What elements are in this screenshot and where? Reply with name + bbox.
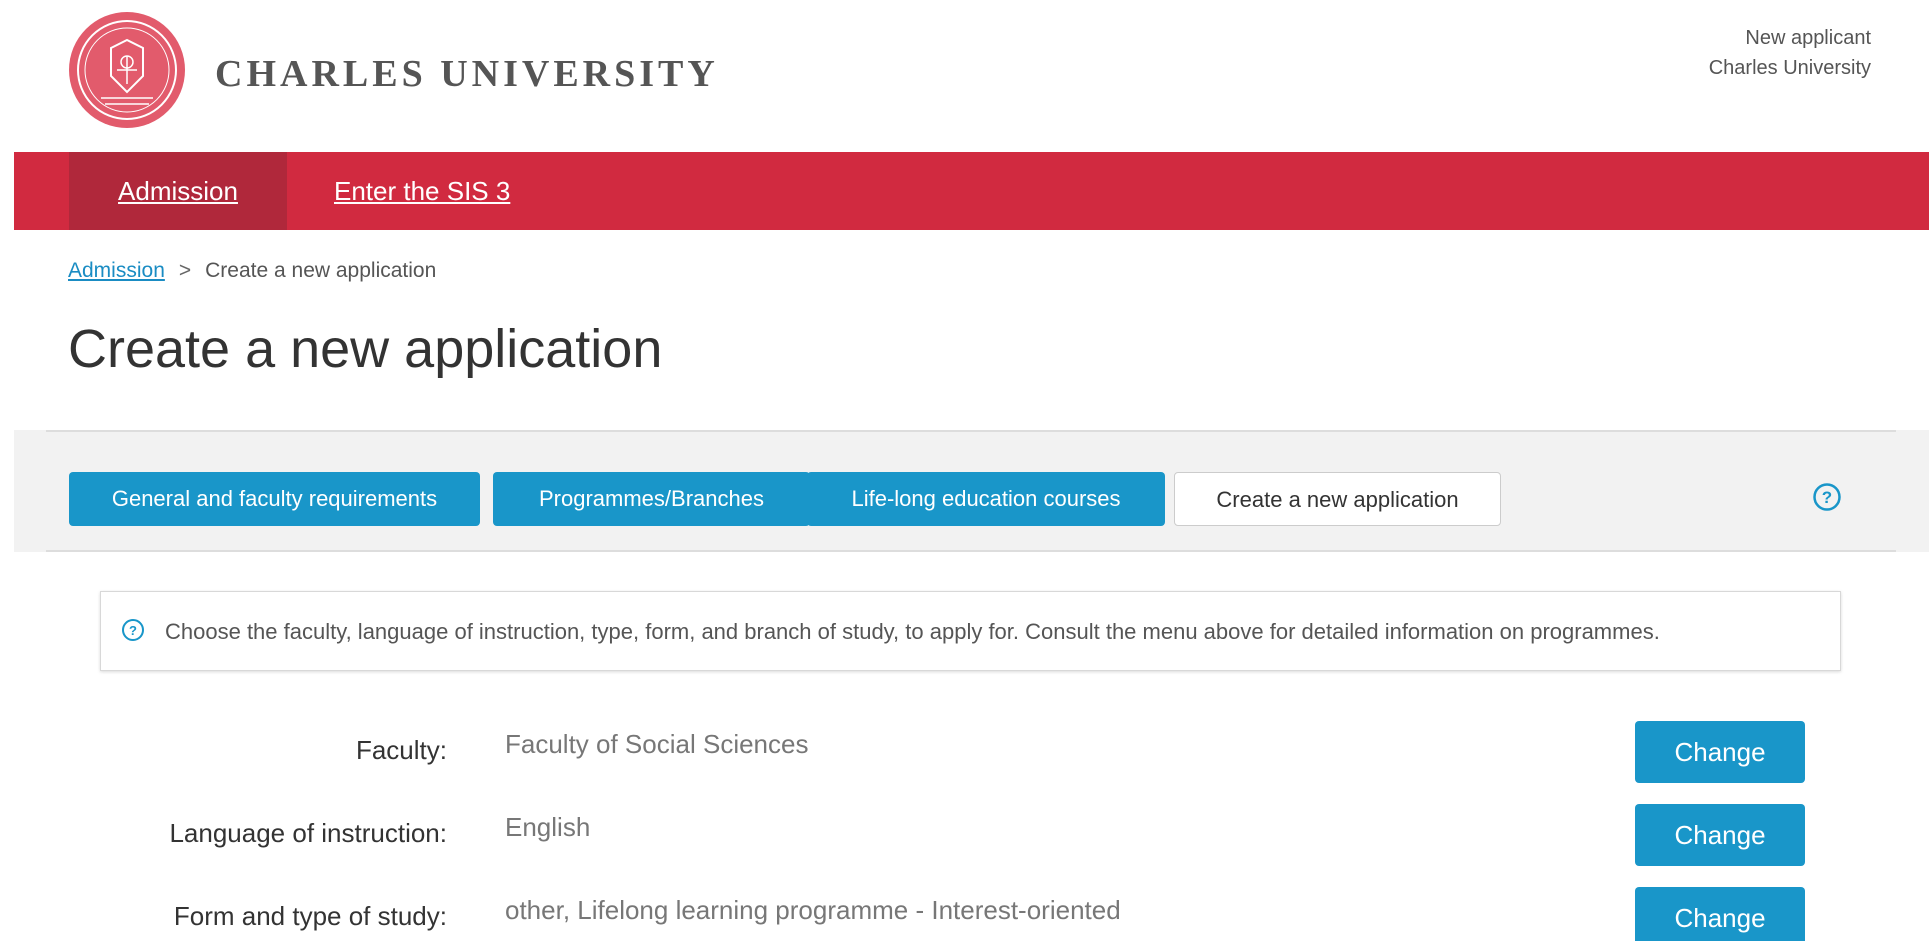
page: CHARLES UNIVERSITY New applicant Charles… [0,0,1929,941]
tab-programmes-branches[interactable]: Programmes/Branches [493,472,810,526]
user-role: New applicant [1745,27,1871,49]
divider [46,550,1896,552]
nav-item-enter-sis[interactable]: Enter the SIS 3 [334,152,510,230]
tab-general-requirements[interactable]: General and faculty requirements [69,472,480,526]
nav-item-admission[interactable]: Admission [69,152,287,230]
field-value: other, Lifelong learning programme - Int… [505,895,1121,925]
breadcrumb-current: Create a new application [205,259,437,282]
field-value: English [505,812,591,842]
user-info: New applicant Charles University [1709,23,1871,83]
main-navbar: Admission Enter the SIS 3 [14,152,1929,230]
tab-lifelong-courses[interactable]: Life-long education courses [807,472,1165,526]
form-row-language: Language of instruction: English Change [0,804,1929,866]
change-language-button[interactable]: Change [1635,804,1805,866]
svg-text:?: ? [129,623,137,638]
field-label: Language of instruction: [169,818,447,848]
form-row-faculty: Faculty: Faculty of Social Sciences Chan… [0,721,1929,783]
info-text: Choose the faculty, language of instruct… [165,619,1660,644]
brand-name[interactable]: CHARLES UNIVERSITY [215,52,719,96]
help-icon: ? [122,619,144,641]
field-label: Faculty: [355,735,447,765]
help-icon[interactable]: ? [1812,482,1842,512]
info-box: ? Choose the faculty, language of instru… [100,591,1841,671]
breadcrumb-link-admission[interactable]: Admission [68,259,165,282]
change-study-form-button[interactable]: Change [1635,887,1805,941]
change-faculty-button[interactable]: Change [1635,721,1805,783]
university-seal-icon[interactable] [67,10,187,130]
svg-text:?: ? [1822,488,1832,507]
field-value: Faculty of Social Sciences [505,729,809,759]
breadcrumb-separator: > [178,259,192,282]
field-label: Form and type of study: [173,901,447,931]
divider [46,430,1896,432]
page-title: Create a new application [68,319,663,379]
user-organization: Charles University [1708,57,1871,79]
tabs-band: General and faculty requirements Program… [14,430,1929,552]
tab-create-application[interactable]: Create a new application [1174,472,1501,526]
form-row-study-form: Form and type of study: other, Lifelong … [0,887,1929,941]
breadcrumb: Admission > Create a new application [68,259,436,283]
